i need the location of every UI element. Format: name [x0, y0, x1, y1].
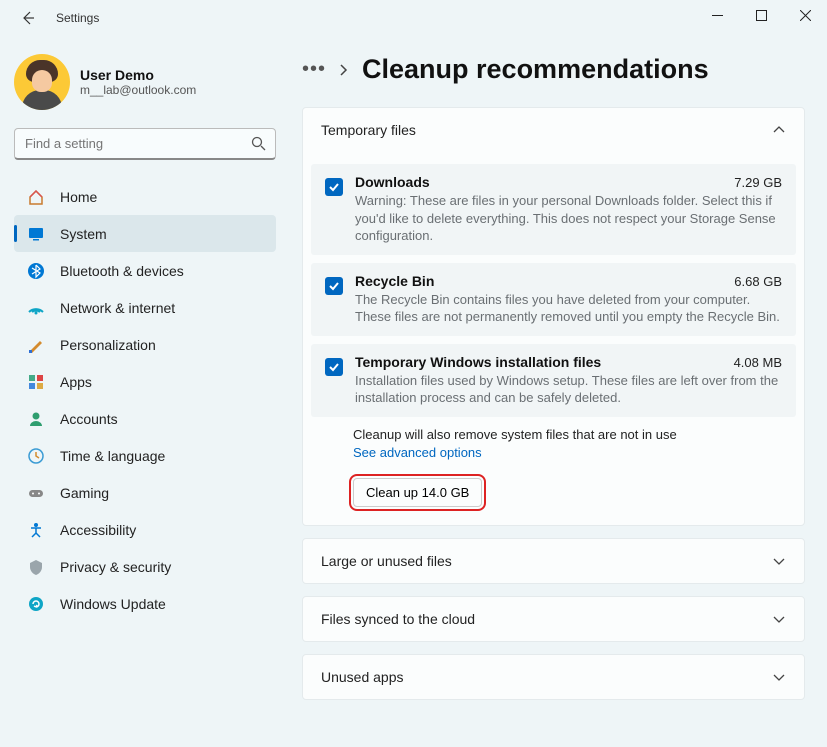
accessibility-icon: [26, 520, 46, 540]
nav-label: Accessibility: [60, 522, 136, 538]
maximize-button[interactable]: [739, 0, 783, 30]
nav-home[interactable]: Home: [14, 178, 276, 215]
window-title: Settings: [56, 11, 99, 25]
gaming-icon: [26, 483, 46, 503]
chevron-up-icon: [772, 125, 786, 135]
file-item-downloads: Downloads 7.29 GB Warning: These are file…: [311, 164, 796, 255]
nav-label: Accounts: [60, 411, 118, 427]
section-temporary-files: Temporary files Downloads 7.29 GB Warning…: [302, 107, 805, 526]
privacy-icon: [26, 557, 46, 577]
nav-label: Gaming: [60, 485, 109, 501]
back-button[interactable]: [18, 8, 38, 28]
section-title: Files synced to the cloud: [321, 611, 475, 627]
file-size: 6.68 GB: [734, 274, 782, 289]
nav-label: Time & language: [60, 448, 165, 464]
nav-label: System: [60, 226, 107, 242]
apps-icon: [26, 372, 46, 392]
file-desc: Warning: These are files in your persona…: [355, 192, 782, 245]
checkbox-recycle-bin[interactable]: [325, 277, 343, 295]
accounts-icon: [26, 409, 46, 429]
chevron-down-icon: [772, 672, 786, 682]
bluetooth-icon: [26, 261, 46, 281]
avatar: [14, 54, 70, 110]
section-title: Large or unused files: [321, 553, 452, 569]
nav-label: Network & internet: [60, 300, 175, 316]
nav-gaming[interactable]: Gaming: [14, 474, 276, 511]
search-container: [14, 128, 276, 160]
nav-privacy[interactable]: Privacy & security: [14, 548, 276, 585]
network-icon: [26, 298, 46, 318]
file-title: Downloads: [355, 174, 430, 190]
file-size: 7.29 GB: [734, 175, 782, 190]
breadcrumb-more[interactable]: •••: [302, 58, 326, 81]
cleanup-note: Cleanup will also remove system files th…: [353, 427, 796, 442]
nav-update[interactable]: Windows Update: [14, 585, 276, 622]
minimize-button[interactable]: [695, 0, 739, 30]
update-icon: [26, 594, 46, 614]
nav-label: Home: [60, 189, 97, 205]
nav-label: Apps: [60, 374, 92, 390]
file-desc: Installation files used by Windows setup…: [355, 372, 782, 407]
nav-personalization[interactable]: Personalization: [14, 326, 276, 363]
file-title: Recycle Bin: [355, 273, 434, 289]
file-item-recycle-bin: Recycle Bin 6.68 GB The Recycle Bin conta…: [311, 263, 796, 336]
checkbox-downloads[interactable]: [325, 178, 343, 196]
system-icon: [26, 224, 46, 244]
file-desc: The Recycle Bin contains files you have …: [355, 291, 782, 326]
nav-label: Windows Update: [60, 596, 166, 612]
file-size: 4.08 MB: [734, 355, 782, 370]
chevron-right-icon: [338, 63, 348, 77]
section-large-files: Large or unused files: [302, 538, 805, 584]
section-synced-files: Files synced to the cloud: [302, 596, 805, 642]
nav-apps[interactable]: Apps: [14, 363, 276, 400]
chevron-down-icon: [772, 556, 786, 566]
advanced-options-link[interactable]: See advanced options: [353, 445, 482, 460]
search-icon: [251, 136, 266, 151]
file-title: Temporary Windows installation files: [355, 354, 601, 370]
user-email: m__lab@outlook.com: [80, 83, 196, 97]
home-icon: [26, 187, 46, 207]
user-name: User Demo: [80, 67, 196, 83]
file-item-temp-windows: Temporary Windows installation files 4.08…: [311, 344, 796, 417]
nav-list: Home System Bluetooth & devices Network …: [14, 178, 276, 622]
nav-label: Privacy & security: [60, 559, 171, 575]
time-icon: [26, 446, 46, 466]
nav-label: Personalization: [60, 337, 156, 353]
user-block[interactable]: User Demo m__lab@outlook.com: [14, 54, 276, 110]
nav-system[interactable]: System: [14, 215, 276, 252]
nav-network[interactable]: Network & internet: [14, 289, 276, 326]
main-content: ••• Cleanup recommendations Temporary fi…: [290, 36, 827, 747]
section-header-unused[interactable]: Unused apps: [303, 655, 804, 699]
checkbox-temp-windows[interactable]: [325, 358, 343, 376]
section-header-temp[interactable]: Temporary files: [303, 108, 804, 152]
section-header-large[interactable]: Large or unused files: [303, 539, 804, 583]
nav-label: Bluetooth & devices: [60, 263, 184, 279]
section-header-synced[interactable]: Files synced to the cloud: [303, 597, 804, 641]
close-button[interactable]: [783, 0, 827, 30]
section-title: Unused apps: [321, 669, 404, 685]
nav-time[interactable]: Time & language: [14, 437, 276, 474]
section-unused-apps: Unused apps: [302, 654, 805, 700]
search-input[interactable]: [14, 128, 276, 160]
personalization-icon: [26, 335, 46, 355]
nav-accounts[interactable]: Accounts: [14, 400, 276, 437]
cleanup-button[interactable]: Clean up 14.0 GB: [353, 478, 482, 507]
page-title: Cleanup recommendations: [362, 54, 709, 85]
chevron-down-icon: [772, 614, 786, 624]
section-title: Temporary files: [321, 122, 416, 138]
sidebar: User Demo m__lab@outlook.com Home System…: [0, 36, 290, 747]
nav-accessibility[interactable]: Accessibility: [14, 511, 276, 548]
nav-bluetooth[interactable]: Bluetooth & devices: [14, 252, 276, 289]
